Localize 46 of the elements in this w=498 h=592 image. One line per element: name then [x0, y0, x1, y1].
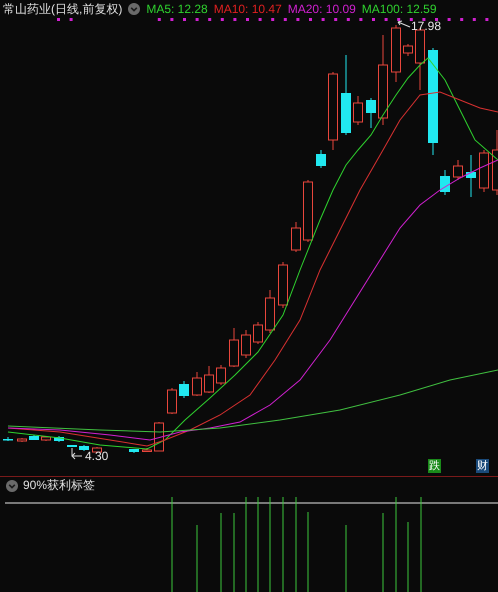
candlestick — [142, 448, 152, 452]
moving-average-value: MA100: 12.59 — [362, 2, 437, 16]
price-label: 17.98 — [411, 20, 442, 33]
candlestick — [353, 96, 363, 126]
moving-average-value: MA5: 12.28 — [146, 2, 208, 16]
chart-title: 常山药业(日线,前复权) — [3, 0, 122, 18]
candlestick — [241, 330, 251, 358]
signal-tag: 跌 — [428, 459, 441, 473]
moving-average-value: MA10: 10.47 — [214, 2, 282, 16]
price-label: 4.30 — [85, 450, 108, 463]
dropdown-icon[interactable] — [128, 3, 140, 15]
candlestick — [492, 130, 498, 196]
candlestick — [3, 436, 13, 442]
candlestick — [29, 434, 39, 440]
signal-tag: 财 — [476, 459, 489, 473]
candlestick — [92, 446, 102, 454]
candlestick — [466, 154, 476, 198]
candlestick — [453, 160, 463, 180]
moving-average-value: MA20: 10.09 — [288, 2, 356, 16]
candlestick — [366, 98, 376, 128]
candlestick — [479, 150, 489, 192]
candlestick — [204, 366, 214, 394]
leader-line — [398, 20, 410, 28]
candlestick — [167, 388, 177, 414]
candlestick — [316, 150, 326, 168]
candlestick — [253, 322, 263, 344]
candlestick — [54, 436, 64, 442]
candlestick — [216, 364, 226, 386]
candlestick — [278, 262, 288, 308]
candlestick — [79, 444, 89, 452]
indicator-title: 90%获利标签 — [23, 477, 96, 494]
candlestick — [17, 438, 27, 442]
candlestick — [391, 24, 401, 82]
candlestick — [303, 180, 313, 242]
candlestick — [129, 448, 139, 454]
dropdown-icon[interactable] — [6, 480, 18, 492]
candlestick — [67, 444, 77, 448]
candlestick — [403, 44, 413, 56]
candlestick — [229, 328, 239, 368]
candlestick — [41, 436, 51, 442]
leader-line — [72, 448, 82, 460]
candlestick — [192, 372, 202, 396]
candlestick — [179, 380, 189, 398]
candlestick — [265, 290, 275, 334]
candlestick — [440, 170, 450, 196]
candlestick — [291, 222, 301, 252]
